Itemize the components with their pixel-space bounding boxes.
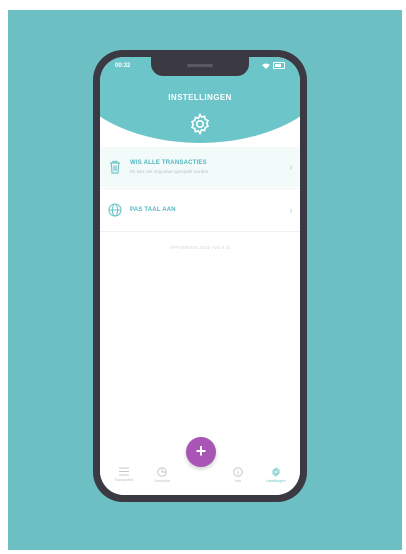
change-language-row[interactable]: PAS TAAL AAN ›	[100, 190, 300, 230]
tab-label: Overzicht	[153, 479, 171, 483]
trash-icon	[100, 160, 130, 174]
tab-label: Transacties	[114, 478, 134, 482]
chevron-right-icon: ›	[289, 205, 293, 215]
app-screen: 00:32 INSTELLINGEN WIS ALLE TRANSACTIES …	[100, 57, 300, 495]
tab-transactions[interactable]: Transacties	[108, 459, 140, 495]
row-text: PAS TAAL AAN	[130, 207, 282, 213]
tab-info[interactable]: Info	[222, 459, 254, 495]
page-title: INSTELLINGEN	[168, 93, 232, 102]
row-subtitle: Dit kan niet ongedaan gemaakt worden	[130, 169, 209, 174]
status-bar: 00:32	[100, 57, 300, 77]
add-transaction-button[interactable]: +	[186, 437, 216, 467]
gear-icon	[190, 112, 210, 136]
tab-label: Instellingen	[266, 479, 286, 483]
globe-icon	[100, 203, 130, 217]
tab-settings[interactable]: Instellingen	[260, 459, 292, 495]
status-icons	[262, 62, 285, 69]
list-icon	[119, 467, 129, 476]
clear-transactions-row[interactable]: WIS ALLE TRANSACTIES Dit kan niet ongeda…	[100, 147, 300, 187]
tab-label: Info	[234, 479, 242, 483]
row-title: WIS ALLE TRANSACTIES	[130, 160, 207, 166]
status-time: 00:32	[115, 63, 131, 69]
pie-chart-icon	[157, 467, 167, 477]
wifi-icon	[262, 63, 270, 69]
chevron-right-icon: ›	[289, 162, 293, 172]
row-text: WIS ALLE TRANSACTIES Dit kan niet ongeda…	[130, 160, 282, 174]
app-version: APPVERSIE 2022 (V4.0.0)	[169, 245, 231, 250]
phone-frame: 00:32 INSTELLINGEN WIS ALLE TRANSACTIES …	[93, 50, 307, 502]
info-icon	[233, 467, 243, 477]
divider	[100, 231, 300, 232]
battery-icon	[273, 62, 285, 69]
row-title: PAS TAAL AAN	[130, 207, 176, 213]
gear-icon	[272, 467, 280, 477]
plus-icon: +	[195, 441, 207, 461]
tab-overview[interactable]: Overzicht	[146, 459, 178, 495]
divider	[100, 188, 300, 189]
